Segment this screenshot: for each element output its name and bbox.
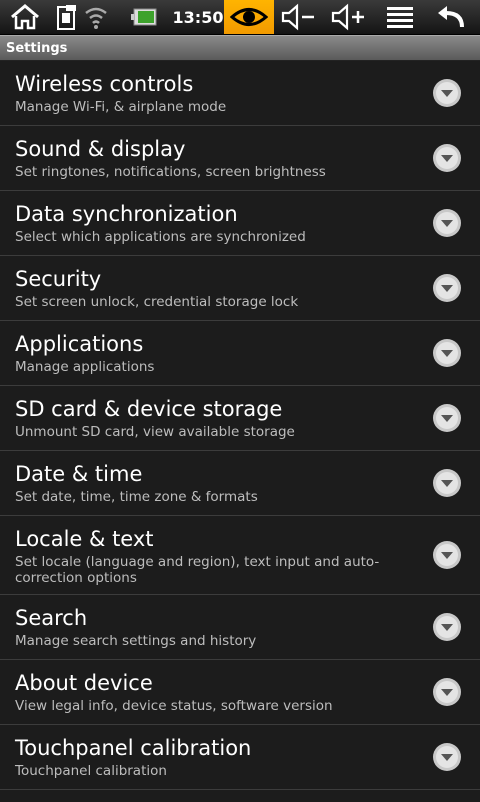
item-subtitle: Manage search settings and history bbox=[15, 633, 257, 649]
expand-arrow-icon bbox=[433, 743, 461, 771]
back-icon[interactable] bbox=[430, 0, 470, 34]
item-title: Security bbox=[15, 267, 102, 291]
expand-arrow-icon bbox=[433, 541, 461, 569]
expand-arrow-icon bbox=[433, 339, 461, 367]
expand-arrow-icon bbox=[433, 274, 461, 302]
settings-item-date-time[interactable]: Date & time Set date, time, time zone & … bbox=[0, 451, 480, 516]
volume-down-icon[interactable] bbox=[278, 0, 320, 34]
settings-item-applications[interactable]: Applications Manage applications bbox=[0, 321, 480, 386]
wifi-icon bbox=[82, 0, 110, 34]
item-subtitle: View legal info, device status, software… bbox=[15, 698, 333, 714]
item-subtitle: Set date, time, time zone & formats bbox=[15, 489, 258, 505]
expand-arrow-icon bbox=[433, 678, 461, 706]
settings-item-locale-text[interactable]: Locale & text Set locale (language and r… bbox=[0, 516, 480, 595]
settings-item-sd-card-storage[interactable]: SD card & device storage Unmount SD card… bbox=[0, 386, 480, 451]
expand-arrow-icon bbox=[433, 79, 461, 107]
volume-up-icon[interactable] bbox=[328, 0, 370, 34]
item-title: SD card & device storage bbox=[15, 397, 283, 421]
item-title: Locale & text bbox=[15, 527, 154, 551]
eye-icon[interactable] bbox=[224, 0, 274, 34]
item-title: Applications bbox=[15, 332, 144, 356]
network-icon bbox=[54, 0, 80, 34]
expand-arrow-icon bbox=[433, 404, 461, 432]
status-bar: 13:50 bbox=[0, 0, 480, 35]
clock: 13:50 bbox=[172, 7, 224, 27]
item-title: About device bbox=[15, 671, 153, 695]
item-title: Touchpanel calibration bbox=[15, 736, 252, 760]
item-subtitle: Manage Wi-Fi, & airplane mode bbox=[15, 99, 227, 115]
item-subtitle: Unmount SD card, view available storage bbox=[15, 424, 295, 440]
menu-icon[interactable] bbox=[380, 0, 420, 34]
item-title: Data synchronization bbox=[15, 202, 238, 226]
title-bar: Settings bbox=[0, 35, 480, 61]
settings-item-about-device[interactable]: About device View legal info, device sta… bbox=[0, 660, 480, 725]
settings-item-wireless-controls[interactable]: Wireless controls Manage Wi-Fi, & airpla… bbox=[0, 61, 480, 126]
home-icon[interactable] bbox=[4, 0, 46, 34]
settings-item-touchpanel-calibration[interactable]: Touchpanel calibration Touchpanel calibr… bbox=[0, 725, 480, 790]
expand-arrow-icon bbox=[433, 469, 461, 497]
item-subtitle: Touchpanel calibration bbox=[15, 763, 167, 779]
item-subtitle: Set ringtones, notifications, screen bri… bbox=[15, 164, 326, 180]
item-title: Search bbox=[15, 606, 88, 630]
item-subtitle: Select which applications are synchroniz… bbox=[15, 229, 306, 245]
settings-item-security[interactable]: Security Set screen unlock, credential s… bbox=[0, 256, 480, 321]
settings-item-search[interactable]: Search Manage search settings and histor… bbox=[0, 595, 480, 660]
item-subtitle: Set screen unlock, credential storage lo… bbox=[15, 294, 299, 310]
item-title: Date & time bbox=[15, 462, 143, 486]
battery-icon bbox=[128, 0, 162, 34]
expand-arrow-icon bbox=[433, 613, 461, 641]
item-subtitle: Set locale (language and region), text i… bbox=[15, 554, 380, 586]
expand-arrow-icon bbox=[433, 144, 461, 172]
item-title: Wireless controls bbox=[15, 72, 194, 96]
item-title: Sound & display bbox=[15, 137, 186, 161]
settings-item-data-synchronization[interactable]: Data synchronization Select which applic… bbox=[0, 191, 480, 256]
settings-list: Wireless controls Manage Wi-Fi, & airpla… bbox=[0, 61, 480, 802]
page-title: Settings bbox=[6, 40, 68, 56]
settings-item-sound-display[interactable]: Sound & display Set ringtones, notificat… bbox=[0, 126, 480, 191]
expand-arrow-icon bbox=[433, 209, 461, 237]
item-subtitle: Manage applications bbox=[15, 359, 155, 375]
